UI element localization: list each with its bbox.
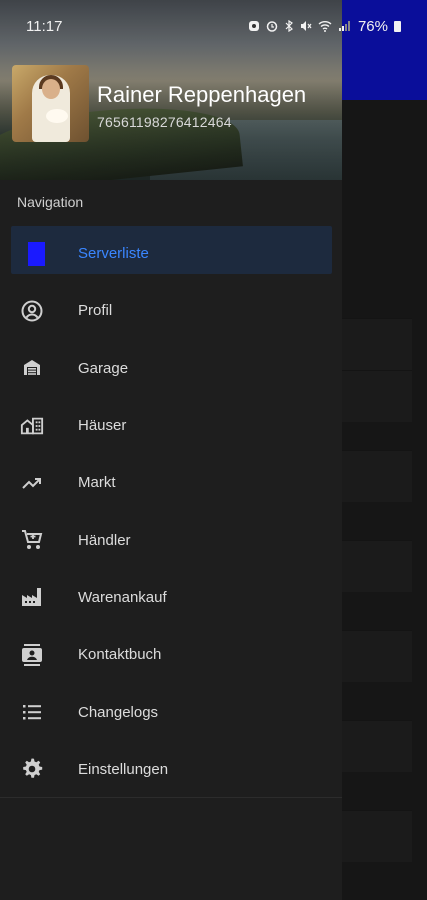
nav-item-label: Markt xyxy=(78,474,116,492)
avatar-lamb xyxy=(46,109,68,123)
status-bar: 11:17 76% xyxy=(0,0,427,52)
background-row xyxy=(342,540,412,592)
nav-item-label: Häuser xyxy=(78,417,127,435)
nav-item-warenankauf[interactable]: Warenankauf xyxy=(0,569,342,626)
divider xyxy=(0,797,342,798)
mute-icon xyxy=(300,21,312,31)
background-row xyxy=(342,370,412,422)
battery-percent: 76% xyxy=(357,17,388,35)
nav-item-garage[interactable]: Garage xyxy=(0,340,342,397)
server-list-icon xyxy=(24,241,48,266)
account-circle-icon xyxy=(20,299,44,323)
nav-item-label: Serverliste xyxy=(78,245,149,263)
nav-item-label: Kontaktbuch xyxy=(78,646,162,664)
wifi-icon xyxy=(318,21,332,32)
background-row xyxy=(342,450,412,502)
user-name: Rainer Reppenhagen xyxy=(97,82,307,107)
bluetooth-icon xyxy=(285,20,293,32)
alarm-icon xyxy=(266,21,278,32)
nav-item-serverliste[interactable]: Serverliste xyxy=(0,225,342,282)
nav-item-markt[interactable]: Markt xyxy=(0,454,342,511)
list-icon xyxy=(20,700,44,724)
status-icons: 76% xyxy=(248,18,401,35)
background-row xyxy=(342,318,412,370)
background-row xyxy=(342,720,412,772)
nav-item-einstellungen[interactable]: Einstellungen xyxy=(0,741,342,798)
notification-icon xyxy=(248,21,259,31)
navigation-drawer: Rainer Reppenhagen 76561198276412464 Nav… xyxy=(0,0,342,900)
nav-item-haendler[interactable]: Händler xyxy=(0,511,342,568)
background-row xyxy=(342,630,412,682)
settings-icon xyxy=(20,757,44,781)
battery-icon xyxy=(394,20,401,32)
houses-icon xyxy=(20,414,44,438)
background-row xyxy=(342,810,412,862)
nav-item-profil[interactable]: Profil xyxy=(0,282,342,339)
garage-icon xyxy=(20,356,44,380)
nav-item-label: Garage xyxy=(78,359,129,377)
signal-icon xyxy=(338,21,350,31)
factory-icon xyxy=(20,585,44,609)
nav-item-label: Changelogs xyxy=(78,703,159,721)
nav-item-haeuser[interactable]: Häuser xyxy=(0,397,342,454)
nav-list: Serverliste Profil Garage Häuser Markt H… xyxy=(0,225,342,798)
nav-section-title: Navigation xyxy=(17,194,84,210)
avatar[interactable] xyxy=(12,65,89,142)
background-app xyxy=(342,0,427,900)
active-item-highlight xyxy=(11,226,332,274)
nav-item-label: Einstellungen xyxy=(78,760,169,778)
trending-up-icon xyxy=(20,471,44,495)
nav-item-kontaktbuch[interactable]: Kontaktbuch xyxy=(0,626,342,683)
status-time: 11:17 xyxy=(26,17,63,35)
avatar-face xyxy=(42,79,60,99)
nav-item-label: Profil xyxy=(78,302,113,320)
nav-item-label: Warenankauf xyxy=(78,588,167,606)
shopping-cart-icon xyxy=(20,528,44,552)
nav-item-label: Händler xyxy=(78,531,131,549)
nav-item-changelogs[interactable]: Changelogs xyxy=(0,683,342,740)
contacts-icon xyxy=(20,643,44,667)
user-id: 76561198276412464 xyxy=(97,114,232,130)
